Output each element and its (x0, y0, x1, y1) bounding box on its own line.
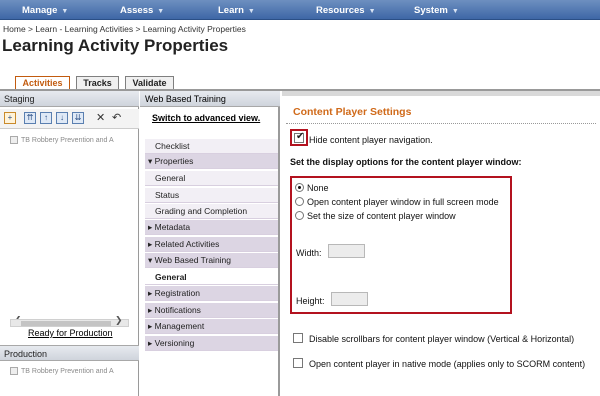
height-label: Height: (296, 296, 325, 306)
chevron-down-icon: ▼ (451, 8, 459, 15)
width-label: Width: (296, 248, 322, 258)
nav-wbt-general[interactable]: General (145, 270, 278, 285)
move-bottom-icon[interactable]: ⇊ (72, 112, 84, 124)
height-input[interactable] (331, 292, 368, 306)
check-icon: ✔ (296, 131, 305, 142)
nav-checklist[interactable]: Checklist (145, 139, 278, 154)
ready-for-production-link[interactable]: Ready for Production (28, 328, 113, 338)
chevron-down-icon: ▼ (368, 8, 376, 15)
nav-grading-and-completion[interactable]: Grading and Completion (145, 204, 278, 219)
scroll-right-icon[interactable]: ❯ (115, 315, 123, 326)
radio-none[interactable] (295, 183, 304, 192)
divider (286, 123, 596, 124)
move-up-icon[interactable]: ↑ (40, 112, 52, 124)
disable-scrollbars-label: Disable scrollbars for content player wi… (309, 334, 575, 344)
nav-management[interactable]: ▸ Management (145, 319, 278, 334)
tab-activities[interactable]: Activities (15, 76, 70, 90)
hide-navigation-checkbox[interactable]: ✔ (294, 131, 305, 143)
production-header: Production (0, 345, 139, 361)
delete-icon[interactable]: ✕ (96, 111, 105, 124)
horizontal-scrollbar[interactable] (10, 319, 129, 327)
disable-scrollbars-checkbox[interactable] (293, 333, 303, 343)
nav-metadata[interactable]: ▸ Metadata (145, 220, 278, 235)
staging-panel: Staging + ⇈ ↑ ↓ ⇊ ✕ ↶ TB Robbery Prevent… (0, 91, 139, 396)
switch-to-advanced-view-link[interactable]: Switch to advanced view. (152, 113, 260, 123)
radio-set-size-label: Set the size of content player window (307, 211, 456, 221)
nav-properties[interactable]: ▾ Properties (145, 154, 278, 169)
nav-assess[interactable]: Assess ▼ (120, 5, 164, 16)
nav-related-activities[interactable]: ▸ Related Activities (145, 237, 278, 252)
nav-web-based-training[interactable]: ▾ Web Based Training (145, 253, 278, 268)
staging-toolbar: + ⇈ ↑ ↓ ⇊ ✕ ↶ (0, 109, 139, 129)
native-mode-label: Open content player in native mode (appl… (309, 359, 586, 369)
nav-notifications[interactable]: ▸ Notifications (145, 303, 278, 318)
tab-validate[interactable]: Validate (125, 76, 174, 90)
nav-versioning[interactable]: ▸ Versioning (145, 336, 278, 351)
tree-item[interactable]: TB Robbery Prevention and A (10, 136, 135, 148)
content-top-bar (282, 91, 600, 96)
radio-full-screen[interactable] (295, 197, 304, 206)
nav-properties-general[interactable]: General (145, 171, 278, 186)
radio-full-screen-label: Open content player window in full scree… (307, 197, 499, 207)
activity-icon (10, 367, 18, 375)
content-player-settings-panel: Content Player Settings ✔ Hide content p… (282, 91, 600, 396)
nav-registration[interactable]: ▸ Registration (145, 286, 278, 301)
hide-navigation-label: Hide content player navigation. (309, 135, 433, 145)
page-title: Learning Activity Properties (2, 36, 229, 55)
nav-manage[interactable]: Manage ▼ (22, 5, 68, 16)
activity-icon (10, 136, 18, 144)
radio-none-label: None (307, 183, 329, 193)
nav-status[interactable]: Status (145, 188, 278, 203)
move-down-icon[interactable]: ↓ (56, 112, 68, 124)
new-item-icon[interactable]: + (4, 112, 16, 124)
nav-learn[interactable]: Learn ▼ (218, 5, 255, 16)
radio-set-size[interactable] (295, 211, 304, 220)
chevron-down-icon: ▼ (61, 8, 69, 15)
properties-navigation: Web Based Training Switch to advanced vi… (140, 91, 280, 396)
top-navigation-bar: Manage ▼ Assess ▼ Learn ▼ Resources ▼ System… (0, 0, 600, 20)
nav-system[interactable]: System ▼ (414, 5, 459, 16)
breadcrumb[interactable]: Home > Learn - Learning Activities > Lea… (3, 24, 246, 34)
undo-icon[interactable]: ↶ (112, 111, 121, 124)
properties-header: Web Based Training (140, 91, 280, 107)
native-mode-checkbox[interactable] (293, 358, 303, 368)
chevron-down-icon: ▼ (247, 8, 255, 15)
width-input[interactable] (328, 244, 365, 258)
chevron-down-icon: ▼ (157, 8, 165, 15)
nav-resources[interactable]: Resources ▼ (316, 5, 376, 16)
tab-tracks[interactable]: Tracks (76, 76, 119, 90)
display-options-heading: Set the display options for the content … (290, 157, 522, 167)
staging-header: Staging (0, 91, 139, 107)
tree-item[interactable]: TB Robbery Prevention and A (10, 367, 135, 379)
move-top-icon[interactable]: ⇈ (24, 112, 36, 124)
section-title: Content Player Settings (293, 106, 412, 118)
